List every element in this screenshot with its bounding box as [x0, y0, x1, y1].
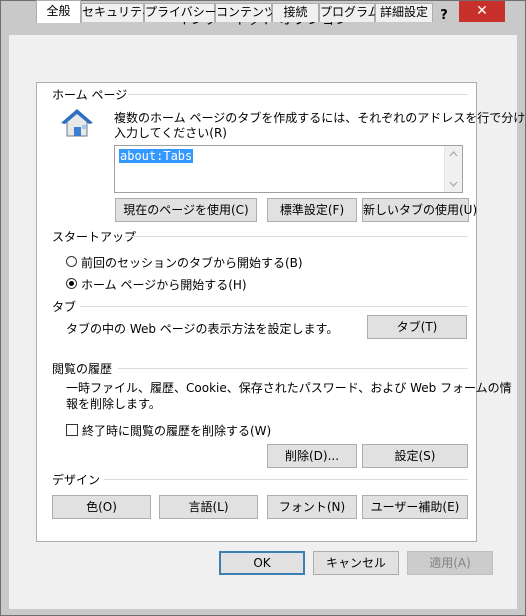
- startup-radio-home-page[interactable]: [66, 278, 77, 289]
- startup-option-previous-session[interactable]: 前回のセッションのタブから開始する(B): [81, 254, 303, 271]
- history-settings-button[interactable]: 設定(S): [362, 444, 468, 468]
- help-button[interactable]: ?: [433, 5, 455, 27]
- tab-content[interactable]: コンテンツ: [215, 3, 276, 22]
- accessibility-button[interactable]: ユーザー補助(E): [362, 495, 468, 519]
- history-group-label: 閲覧の履歴: [52, 362, 113, 376]
- homepage-description-line2: 入力してください(R): [114, 126, 227, 140]
- history-description-line2: 報を削除します。: [66, 397, 161, 411]
- tabs-group-label: タブ: [52, 300, 77, 314]
- design-group-divider: [104, 479, 468, 480]
- homepage-group-divider: [128, 94, 468, 95]
- colors-button[interactable]: 色(O): [52, 495, 151, 519]
- close-button[interactable]: ✕: [459, 1, 505, 22]
- history-group-divider: [118, 368, 468, 369]
- homepage-address-input[interactable]: about:Tabs: [114, 145, 463, 193]
- startup-option-home-page[interactable]: ホーム ページから開始する(H): [81, 276, 247, 293]
- delete-history-button[interactable]: 削除(D)...: [267, 444, 357, 468]
- scroll-down-icon: [449, 181, 458, 187]
- use-default-button[interactable]: 標準設定(F): [267, 198, 357, 222]
- tab-privacy[interactable]: プライバシー: [144, 3, 217, 22]
- use-current-button[interactable]: 現在のページを使用(C): [115, 198, 257, 222]
- tabs-group-divider: [80, 306, 468, 307]
- ok-button[interactable]: OK: [219, 551, 305, 575]
- delete-on-exit-checkbox[interactable]: [66, 424, 78, 436]
- tab-advanced[interactable]: 詳細設定: [375, 3, 433, 22]
- fonts-button[interactable]: フォント(N): [267, 495, 357, 519]
- delete-on-exit-label[interactable]: 終了時に閲覧の履歴を削除する(W): [82, 422, 271, 439]
- apply-button[interactable]: 適用(A): [407, 551, 493, 575]
- tab-connections[interactable]: 接続: [272, 3, 319, 22]
- startup-radio-previous-session[interactable]: [66, 256, 77, 267]
- homepage-address-scrollbar[interactable]: [444, 146, 462, 192]
- close-icon: ✕: [476, 3, 488, 19]
- scroll-up-icon: [449, 151, 458, 157]
- tabs-settings-button[interactable]: タブ(T): [367, 315, 467, 339]
- startup-group-label: スタートアップ: [52, 230, 137, 244]
- home-icon: [61, 109, 93, 137]
- tabs-description: タブの中の Web ページの表示方法を設定します。: [66, 322, 339, 336]
- startup-group-divider: [125, 236, 468, 237]
- use-new-tab-button[interactable]: 新しいタブの使用(U): [362, 198, 477, 222]
- homepage-group-label: ホーム ページ: [52, 88, 128, 102]
- tab-general[interactable]: 全般: [36, 0, 81, 23]
- history-description-line1: 一時ファイル、履歴、Cookie、保存されたパスワード、および Web フォーム…: [66, 381, 512, 395]
- cancel-button[interactable]: キャンセル: [313, 551, 399, 575]
- languages-button[interactable]: 言語(L): [159, 495, 258, 519]
- tab-security[interactable]: セキュリティ: [81, 3, 153, 22]
- tab-programs[interactable]: プログラム: [319, 3, 380, 22]
- design-group-label: デザイン: [52, 473, 101, 487]
- homepage-address-text: about:Tabs: [119, 149, 194, 163]
